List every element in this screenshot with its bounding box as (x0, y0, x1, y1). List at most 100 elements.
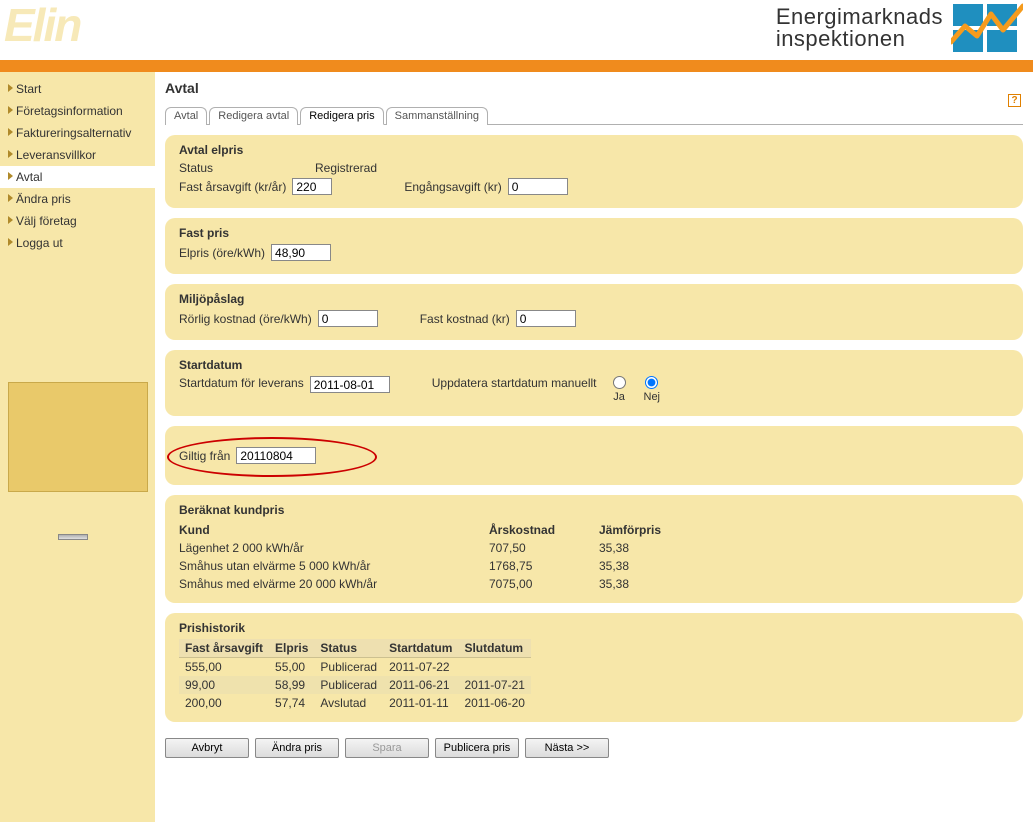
caret-icon (8, 194, 13, 202)
sidebar-item-valj-foretag[interactable]: Välj företag (0, 210, 155, 232)
cell: Publicerad (314, 658, 383, 677)
panel-title: Miljöpåslag (179, 292, 1009, 306)
tab-avtal[interactable]: Avtal (165, 107, 207, 125)
cell: 2011-06-21 (383, 676, 458, 694)
caret-icon (8, 238, 13, 246)
fast-kostnad-label: Fast kostnad (kr) (420, 312, 510, 326)
elpris-label: Elpris (öre/kWh) (179, 246, 265, 260)
org-logo-icon (951, 2, 1023, 54)
sidebar-item-foretagsinformation[interactable]: Företagsinformation (0, 100, 155, 122)
panel-title: Beräknat kundpris (179, 503, 1009, 517)
tab-redigera-pris[interactable]: Redigera pris (300, 107, 383, 125)
sidebar: Start Företagsinformation Faktureringsal… (0, 72, 155, 822)
cell: 2011-07-22 (383, 658, 458, 677)
andra-pris-button[interactable]: Ändra pris (255, 738, 339, 758)
sidebar-handle-icon (58, 534, 88, 540)
uppdatera-radio-group: Ja Nej (613, 376, 661, 403)
sidebar-item-start[interactable]: Start (0, 78, 155, 100)
rorlig-kostnad-input[interactable] (318, 310, 378, 327)
elpris-input[interactable] (271, 244, 331, 261)
col-jamforpris: Jämförpris (599, 521, 739, 539)
kundpris-table: Kund Årskostnad Jämförpris Lägenhet 2 00… (179, 521, 739, 593)
engangsavgift-input[interactable] (508, 178, 568, 195)
caret-icon (8, 128, 13, 136)
uppdatera-nej-radio[interactable] (645, 376, 658, 389)
panel-miljopaslag: Miljöpåslag Rörlig kostnad (öre/kWh) Fas… (165, 284, 1023, 340)
tab-sammanstallning[interactable]: Sammanställning (386, 107, 488, 125)
cell: 58,99 (269, 676, 314, 694)
table-row: 200,00 57,74 Avslutad 2011-01-11 2011-06… (179, 694, 531, 712)
cell: Publicerad (314, 676, 383, 694)
sidebar-item-leveransvillkor[interactable]: Leveransvillkor (0, 144, 155, 166)
uppdatera-manuellt-label: Uppdatera startdatum manuellt (432, 376, 597, 390)
tab-redigera-avtal[interactable]: Redigera avtal (209, 107, 298, 125)
panel-title: Fast pris (179, 226, 1009, 240)
sidebar-panel (8, 382, 148, 492)
cell: 2011-07-21 (458, 676, 531, 694)
col-arskostnad: Årskostnad (489, 521, 599, 539)
uppdatera-ja-radio[interactable] (613, 376, 626, 389)
col-slutdatum: Slutdatum (458, 639, 531, 658)
cell: 57,74 (269, 694, 314, 712)
help-icon[interactable]: ? (1008, 94, 1021, 107)
fast-kostnad-input[interactable] (516, 310, 576, 327)
giltig-fran-input[interactable] (236, 447, 316, 464)
panel-kundpris: Beräknat kundpris Kund Årskostnad Jämför… (165, 495, 1023, 603)
cell-kund: Småhus med elvärme 20 000 kWh/år (179, 575, 489, 593)
publicera-pris-button[interactable]: Publicera pris (435, 738, 519, 758)
startdatum-leverans-input[interactable] (310, 376, 390, 393)
cell-jamforpris: 35,38 (599, 539, 739, 557)
caret-icon (8, 216, 13, 224)
app-logo: Elin (0, 0, 80, 50)
cell-jamforpris: 35,38 (599, 557, 739, 575)
cell-kund: Småhus utan elvärme 5 000 kWh/år (179, 557, 489, 575)
table-row: 555,00 55,00 Publicerad 2011-07-22 (179, 658, 531, 677)
radio-ja-label: Ja (613, 391, 625, 403)
col-kund: Kund (179, 521, 489, 539)
cell-arskostnad: 707,50 (489, 539, 599, 557)
panel-prishistorik: Prishistorik Fast årsavgift Elpris Statu… (165, 613, 1023, 722)
org-brand: Energimarknads inspektionen (776, 2, 1023, 54)
caret-icon (8, 84, 13, 92)
avbryt-button[interactable]: Avbryt (165, 738, 249, 758)
sidebar-item-logga-ut[interactable]: Logga ut (0, 232, 155, 254)
table-row: Småhus med elvärme 20 000 kWh/år 7075,00… (179, 575, 739, 593)
spara-button[interactable]: Spara (345, 738, 429, 758)
panel-title: Avtal elpris (179, 143, 1009, 157)
panel-startdatum: Startdatum Startdatum för leverans Uppda… (165, 350, 1023, 416)
org-name: Energimarknads inspektionen (776, 6, 943, 50)
panel-title: Startdatum (179, 358, 1009, 372)
cell-jamforpris: 35,38 (599, 575, 739, 593)
app-window: Elin Energimarknads inspektionen Start F… (0, 0, 1033, 822)
caret-icon (8, 106, 13, 114)
table-row: 99,00 58,99 Publicerad 2011-06-21 2011-0… (179, 676, 531, 694)
cell-arskostnad: 7075,00 (489, 575, 599, 593)
status-value: Registrerad (315, 161, 377, 175)
sidebar-item-andra-pris[interactable]: Ändra pris (0, 188, 155, 210)
button-row: Avbryt Ändra pris Spara Publicera pris N… (165, 732, 1023, 758)
fast-arsavgift-label: Fast årsavgift (kr/år) (179, 180, 286, 194)
cell: 555,00 (179, 658, 269, 677)
col-status: Status (314, 639, 383, 658)
cell: Avslutad (314, 694, 383, 712)
sidebar-item-avtal[interactable]: Avtal (0, 166, 155, 188)
status-label: Status (179, 161, 309, 175)
caret-icon (8, 150, 13, 158)
table-header-row: Fast årsavgift Elpris Status Startdatum … (179, 639, 531, 658)
engangsavgift-label: Engångsavgift (kr) (404, 180, 501, 194)
cell: 55,00 (269, 658, 314, 677)
col-fast-arsavgift: Fast årsavgift (179, 639, 269, 658)
page-title: Avtal (165, 80, 1023, 96)
sidebar-item-faktureringsalternativ[interactable]: Faktureringsalternativ (0, 122, 155, 144)
panel-giltig-fran: Giltig från (165, 426, 1023, 485)
nasta-button[interactable]: Nästa >> (525, 738, 609, 758)
cell-arskostnad: 1768,75 (489, 557, 599, 575)
panel-avtal-elpris: Avtal elpris Status Registrerad Fast års… (165, 135, 1023, 208)
fast-arsavgift-input[interactable] (292, 178, 332, 195)
cell (458, 658, 531, 677)
tab-bar: Avtal Redigera avtal Redigera pris Samma… (165, 106, 1023, 125)
main-content: Avtal ? Avtal Redigera avtal Redigera pr… (155, 72, 1033, 822)
cell: 2011-01-11 (383, 694, 458, 712)
radio-nej-label: Nej (644, 391, 661, 403)
header: Elin Energimarknads inspektionen (0, 0, 1033, 60)
